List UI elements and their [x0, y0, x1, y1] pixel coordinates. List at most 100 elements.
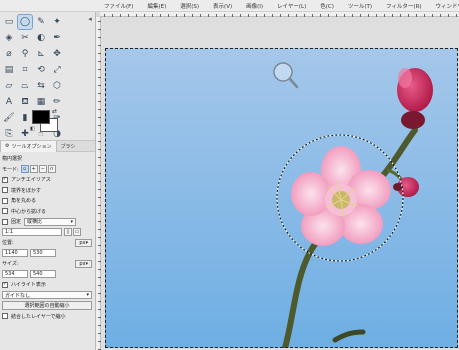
mode-label: モード: [2, 166, 19, 173]
feather-checkbox[interactable] [2, 187, 8, 194]
menu-item[interactable]: ファイル(F) [104, 2, 133, 10]
scale-icon[interactable]: ⤢ [50, 63, 64, 77]
photo-image[interactable] [105, 48, 458, 348]
highlight-row[interactable]: ✓ ハイライト表示 [2, 280, 94, 290]
bucket-fill-icon[interactable]: ⛾ [18, 95, 32, 109]
rotate-icon[interactable]: ⟲ [34, 63, 48, 77]
feather-label: 境界をぼかす [11, 187, 42, 194]
rounded-label: 角を丸める [11, 198, 37, 205]
antialias-checkbox[interactable]: ✓ [2, 176, 8, 183]
expand-row[interactable]: 中心から拡げる [2, 207, 94, 217]
align-icon[interactable]: ▤ [2, 63, 16, 77]
position-label-row: 位置: px ▾ [2, 238, 92, 248]
fixed-row: 固定 縦横比 ▾ [2, 217, 94, 227]
perspective-icon[interactable]: ⏢ [18, 79, 32, 93]
fuzzy-select-icon[interactable]: ✦ [50, 15, 64, 29]
ratio-row: 1:1 ▯ ▭ [2, 228, 94, 238]
chevron-down-icon: ▾ [70, 218, 74, 225]
paths-icon[interactable]: ✒ [50, 31, 64, 45]
fixed-label: 固定 [11, 219, 22, 226]
tool-options: 楕円選択 モード: ▫ + − ∩ ✓ アンチエイリアス 境界をぼかす 角を丸め… [2, 154, 94, 322]
shear-icon[interactable]: ▱ [2, 79, 16, 93]
clone-icon[interactable]: ⎘ [2, 127, 16, 141]
menu-item[interactable]: フィルター(R) [386, 2, 422, 10]
expand-center-checkbox[interactable] [2, 208, 8, 215]
cage-icon[interactable]: ⬡ [50, 79, 64, 93]
reset-colors-icon[interactable]: ◧ [30, 126, 35, 132]
fixed-checkbox[interactable] [2, 218, 8, 225]
menu-item[interactable]: ウィンドウ(W) [436, 2, 459, 10]
paintbrush-icon[interactable]: 🖌 [2, 111, 16, 125]
rounded-row[interactable]: 角を丸める [2, 196, 94, 206]
position-y-field[interactable]: 530 [30, 249, 56, 258]
mode-replace-button[interactable]: ▫ [20, 165, 29, 174]
tab-brushes[interactable]: ブラシ [57, 141, 80, 152]
rounded-corners-checkbox[interactable] [2, 197, 8, 204]
fixed-select-value: 縦横比 [27, 219, 43, 226]
mode-add-button[interactable]: + [29, 165, 38, 174]
color-picker-icon[interactable]: ⌀ [2, 47, 16, 61]
position-label: 位置: [2, 240, 14, 247]
position-unit-select[interactable]: px ▾ [75, 238, 92, 247]
mode-subtract-button[interactable]: − [38, 165, 47, 174]
highlight-checkbox[interactable]: ✓ [2, 281, 8, 288]
guides-select[interactable]: ガイドなし ▾ [2, 291, 92, 300]
guides-select-value: ガイドなし [5, 292, 31, 299]
zoom-icon[interactable]: ⚲ [18, 47, 32, 61]
menu-bar: ファイル(F) 編集(E) 選択(S) 表示(V) 画像(I) レイヤー(L) 色(C) ツー… [0, 0, 459, 12]
tab-label: ツールオプション [11, 143, 52, 150]
antialias-row[interactable]: ✓ アンチエイリアス [2, 175, 94, 185]
shrink-merged-checkbox[interactable] [2, 313, 8, 320]
mode-intersect-button[interactable]: ∩ [47, 165, 56, 174]
crop-icon[interactable]: ⌗ [18, 63, 32, 77]
tab-tool-options[interactable]: ⚙ ツールオプション [0, 140, 57, 152]
foreground-color-swatch[interactable] [32, 110, 50, 124]
menu-item[interactable]: 選択(S) [180, 2, 199, 10]
menu-item[interactable]: ツール(T) [348, 2, 372, 10]
menu-item[interactable]: 編集(E) [147, 2, 166, 10]
shrink-merged-label: 結合したレイヤーで縮小 [11, 313, 66, 320]
highlight-label: ハイライト表示 [11, 282, 46, 289]
position-values-row: 1140 530 [2, 249, 94, 259]
menu-item[interactable]: 色(C) [320, 2, 334, 10]
feather-row[interactable]: 境界をぼかす [2, 186, 94, 196]
guides-row: ガイドなし ▾ [2, 291, 94, 301]
free-select-icon[interactable]: ✎ [34, 15, 48, 29]
landscape-icon[interactable]: ▭ [73, 228, 81, 237]
pencil-icon[interactable]: ✏ [50, 95, 64, 109]
size-label-row: サイズ: px ▾ [2, 259, 92, 269]
size-values-row: 534 540 [2, 270, 94, 280]
menu-item[interactable]: 画像(I) [246, 2, 263, 10]
mode-row: モード: ▫ + − ∩ [2, 165, 94, 175]
move-icon[interactable]: ✥ [50, 47, 64, 61]
position-x-field[interactable]: 1140 [2, 249, 28, 258]
tool-options-title: 楕円選択 [2, 156, 23, 163]
rect-select-icon[interactable]: ▭ [2, 15, 16, 29]
expand-label: 中心から拡げる [11, 208, 47, 215]
autoshrink-row: 選択範囲の自動縮小 [2, 301, 94, 311]
size-unit-select[interactable]: px ▾ [75, 259, 92, 268]
ratio-field[interactable]: 1:1 [2, 228, 62, 237]
position-unit-label: px [79, 239, 86, 246]
blend-icon[interactable]: ▦ [34, 95, 48, 109]
scissors-icon[interactable]: ✂ [18, 31, 32, 45]
portrait-icon[interactable]: ▯ [64, 228, 72, 237]
color-select-icon[interactable]: ◈ [2, 31, 16, 45]
size-h-field[interactable]: 540 [30, 270, 56, 279]
swap-colors-icon[interactable]: ⇄ [52, 108, 57, 115]
measure-icon[interactable]: ⊾ [34, 47, 48, 61]
panel-collapse-icon[interactable]: ◂ [86, 15, 94, 23]
menu-item[interactable]: 表示(V) [213, 2, 232, 10]
fixed-select[interactable]: 縦横比 ▾ [24, 217, 77, 226]
antialias-label: アンチエイリアス [11, 177, 51, 184]
autoshrink-button[interactable]: 選択範囲の自動縮小 [2, 301, 92, 311]
foreground-select-icon[interactable]: ◐ [34, 31, 48, 45]
ellipse-select-icon[interactable]: ◯ [17, 14, 33, 30]
text-icon[interactable]: A [2, 95, 16, 109]
flip-icon[interactable]: ⇆ [34, 79, 48, 93]
shrink-merged-row[interactable]: 結合したレイヤーで縮小 [2, 312, 94, 322]
size-w-field[interactable]: 534 [2, 270, 28, 279]
size-unit-label: px [79, 260, 86, 267]
menu-item[interactable]: レイヤー(L) [277, 2, 306, 10]
image-canvas[interactable] [101, 17, 459, 350]
